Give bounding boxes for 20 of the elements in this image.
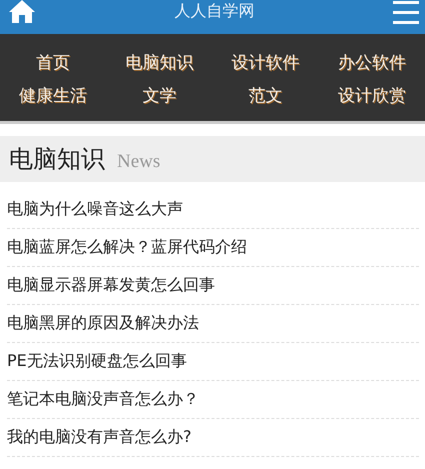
section-subtitle: News: [117, 151, 160, 173]
section-title: 电脑知识: [9, 144, 105, 175]
nav-link[interactable]: 设计欣赏: [338, 84, 406, 107]
article-link[interactable]: 电脑黑屏的原因及解决办法: [7, 313, 199, 334]
nav-link[interactable]: 电脑知识: [125, 51, 194, 74]
nav-link[interactable]: 首页: [36, 51, 70, 74]
nav-link[interactable]: 文学: [142, 84, 176, 107]
nav-link[interactable]: 范文: [248, 84, 283, 107]
article-link[interactable]: 电脑显示器屏幕发黄怎么回事: [7, 275, 215, 296]
nav-link[interactable]: 健康生活: [19, 84, 88, 107]
article-link[interactable]: PE无法识别硬盘怎么回事: [7, 351, 187, 372]
article-link[interactable]: 我的电脑没有声音怎么办?: [7, 427, 192, 448]
site-title: 人人自学网: [174, 0, 254, 22]
menu-icon[interactable]: [393, 1, 419, 27]
article-link[interactable]: 电脑蓝屏怎么解决？蓝屏代码介绍: [7, 237, 247, 258]
nav-link[interactable]: 设计软件: [232, 51, 300, 74]
nav-link[interactable]: 办公软件: [338, 51, 406, 74]
article-link[interactable]: 笔记本电脑没声音怎么办？: [7, 389, 199, 410]
home-icon[interactable]: [8, 0, 36, 23]
article-link[interactable]: 电脑为什么噪音这么大声: [7, 199, 183, 220]
